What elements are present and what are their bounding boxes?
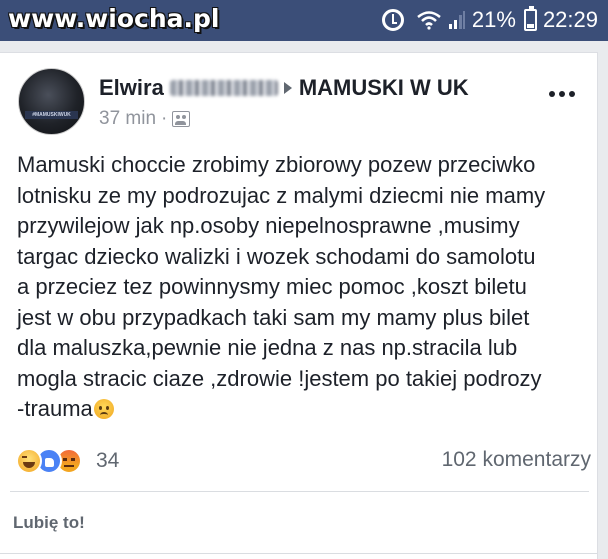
battery-icon	[523, 6, 537, 31]
status-icons: 21% 22:29	[381, 6, 598, 33]
reactions-summary[interactable]: 34	[16, 448, 119, 474]
post-line: Mamuski choccie zrobimy zbiorowy pozew p…	[17, 152, 536, 177]
divider	[0, 553, 597, 554]
meta-separator: ·	[161, 108, 168, 129]
arrow-right-icon	[283, 82, 292, 94]
post-card: #MAMUSKIWUK Elwira MAMUSKI W UK 37 min ·…	[0, 52, 598, 559]
post-line-text: -trauma	[17, 396, 93, 421]
post-line: lotnisku ze my podrozujac z malymi dziec…	[17, 182, 546, 208]
alarm-icon	[381, 9, 404, 31]
sad-emoji-icon	[93, 399, 114, 419]
status-bar: www.wiocha.pl 21% 22:29	[0, 0, 608, 41]
group-privacy-icon	[172, 111, 191, 127]
author-surname-blurred	[169, 80, 278, 96]
post-time[interactable]: 37 min	[99, 108, 156, 130]
avatar-label: #MAMUSKIWUK	[25, 111, 78, 119]
post-line: przywilejow jak np.osoby niepelnosprawne…	[17, 213, 520, 238]
post-line: jest w obu przypadkach taki sam my mamy …	[17, 304, 530, 330]
post-line: a przeciez tez powinnysmy miec pomoc ,ko…	[17, 274, 527, 299]
battery-percent: 21%	[471, 7, 516, 32]
post-line-last: -trauma	[17, 394, 592, 425]
comments-link[interactable]: 102 komentarzy	[442, 448, 591, 472]
post-line: dla maluszka,pewnie nie jedna z nas np.s…	[17, 335, 518, 360]
group-name[interactable]: MAMUSKI W UK	[299, 75, 469, 101]
post-line: mogla stracic ciaze ,zdrowie !jestem po …	[17, 365, 542, 391]
signal-icon	[448, 11, 465, 29]
watermark: www.wiocha.pl	[8, 4, 220, 33]
wifi-icon	[417, 11, 441, 30]
haha-icon	[16, 448, 42, 474]
post-meta: 37 min ·	[99, 108, 191, 130]
post-header: Elwira MAMUSKI W UK	[99, 75, 469, 101]
post-line: targac dziecko walizki i wozek schodami …	[17, 243, 536, 269]
post-text: Mamuski choccie zrobimy zbiorowy pozew p…	[17, 150, 592, 425]
more-options-icon[interactable]	[549, 91, 575, 97]
clock: 22:29	[542, 7, 598, 32]
avatar[interactable]: #MAMUSKIWUK	[18, 68, 85, 135]
like-button[interactable]: Lubię to!	[13, 513, 85, 533]
reaction-count: 34	[96, 449, 120, 472]
author-name[interactable]: Elwira	[99, 75, 164, 101]
divider	[10, 491, 589, 492]
